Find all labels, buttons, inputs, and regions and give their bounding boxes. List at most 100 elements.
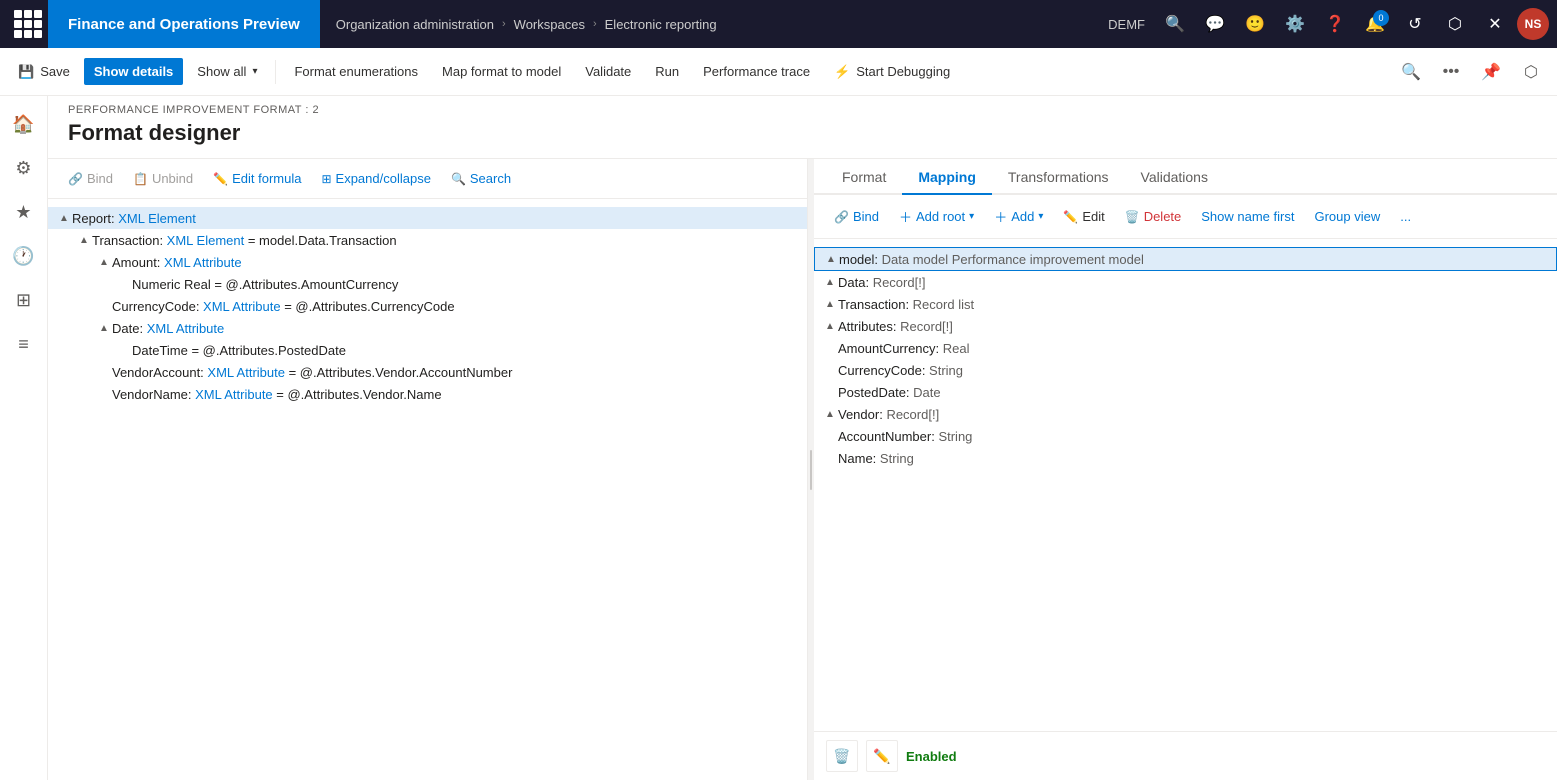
map-item-transaction-r[interactable]: ▲ Transaction: Record list xyxy=(814,293,1557,315)
map-format-to-model-button[interactable]: Map format to model xyxy=(432,58,571,85)
nav-favorites-icon[interactable]: ★ xyxy=(4,192,44,232)
tabs-row: Format Mapping Transformations Validatio… xyxy=(814,159,1557,195)
nav-home-icon[interactable]: 🏠 xyxy=(4,104,44,144)
open-icon[interactable]: ⬡ xyxy=(1437,6,1473,42)
tab-format[interactable]: Format xyxy=(826,159,902,195)
add-button[interactable]: ＋ Add ▾ xyxy=(986,203,1051,230)
nav-workspaces-icon[interactable]: ⊞ xyxy=(4,280,44,320)
search-icon-cmd[interactable]: 🔍 xyxy=(1393,54,1429,90)
map-item-amountcurrency[interactable]: AmountCurrency: Real xyxy=(814,337,1557,359)
user-avatar[interactable]: NS xyxy=(1517,8,1549,40)
mapping-tree[interactable]: ▲ model: Data model Performance improvem… xyxy=(814,239,1557,731)
refresh-icon[interactable]: ↺ xyxy=(1397,6,1433,42)
show-all-button[interactable]: Show all ▾ xyxy=(187,58,267,85)
pin-icon-cmd[interactable]: 📌 xyxy=(1473,54,1509,90)
notifications-icon[interactable]: 🔔 0 xyxy=(1357,6,1393,42)
bind-button[interactable]: 🔗 Bind xyxy=(60,167,121,190)
expand-icon-attributes[interactable]: ▲ xyxy=(822,318,838,334)
nav-recent-icon[interactable]: 🕐 xyxy=(4,236,44,276)
nav-modules-icon[interactable]: ≡ xyxy=(4,324,44,364)
show-name-first-button[interactable]: Show name first xyxy=(1193,205,1302,228)
map-item-attributes[interactable]: ▲ Attributes: Record[!] xyxy=(814,315,1557,337)
tab-mapping[interactable]: Mapping xyxy=(902,159,992,195)
format-tree[interactable]: ▲ Report: XML Element ▲ Transaction: XML… xyxy=(48,199,807,780)
breadcrumb-part1[interactable]: Organization administration xyxy=(336,17,494,32)
performance-trace-button[interactable]: Performance trace xyxy=(693,58,820,85)
tree-item-report[interactable]: ▲ Report: XML Element xyxy=(48,207,807,229)
expand-icon-report[interactable]: ▲ xyxy=(56,210,72,226)
map-item-name[interactable]: Name: String xyxy=(814,447,1557,469)
group-view-label: Group view xyxy=(1314,209,1380,224)
content-area: PERFORMANCE IMPROVEMENT FORMAT : 2 Forma… xyxy=(48,96,1557,780)
expand-icon-vendorname xyxy=(96,386,112,402)
map-item-posteddate[interactable]: PostedDate: Date xyxy=(814,381,1557,403)
tree-item-currencycode[interactable]: CurrencyCode: XML Attribute = @.Attribut… xyxy=(48,295,807,317)
tree-item-vendoraccount[interactable]: VendorAccount: XML Attribute = @.Attribu… xyxy=(48,361,807,383)
tree-item-date[interactable]: ▲ Date: XML Attribute xyxy=(48,317,807,339)
start-debugging-button[interactable]: ⚡ Start Debugging xyxy=(824,58,960,86)
edit-formula-button[interactable]: ✏️ Edit formula xyxy=(205,167,309,190)
expand-icon-date[interactable]: ▲ xyxy=(96,320,112,336)
map-item-data[interactable]: ▲ Data: Record[!] xyxy=(814,271,1557,293)
footer-delete-button[interactable]: 🗑️ xyxy=(826,740,858,772)
breadcrumb-part2[interactable]: Workspaces xyxy=(514,17,585,32)
performance-trace-label: Performance trace xyxy=(703,64,810,79)
share-icon-cmd[interactable]: ⬡ xyxy=(1513,54,1549,90)
tab-transformations-label: Transformations xyxy=(1008,169,1109,185)
map-item-vendor[interactable]: ▲ Vendor: Record[!] xyxy=(814,403,1557,425)
close-icon-topbar[interactable]: ✕ xyxy=(1477,6,1513,42)
expand-collapse-label: Expand/collapse xyxy=(336,171,431,186)
footer-delete-icon: 🗑️ xyxy=(833,748,850,765)
comment-icon[interactable]: 💬 xyxy=(1197,6,1233,42)
tab-transformations[interactable]: Transformations xyxy=(992,159,1125,195)
mapping-panel: Format Mapping Transformations Validatio… xyxy=(814,159,1557,780)
add-label: Add xyxy=(1011,209,1034,224)
delete-icon: 🗑️ xyxy=(1125,210,1140,224)
map-item-accountnumber[interactable]: AccountNumber: String xyxy=(814,425,1557,447)
tree-item-vendorname[interactable]: VendorName: XML Attribute = @.Attributes… xyxy=(48,383,807,405)
map-item-text-attributes: Attributes: Record[!] xyxy=(838,319,1549,334)
panel-divider-handle xyxy=(810,450,812,490)
tree-item-transaction[interactable]: ▲ Transaction: XML Element = model.Data.… xyxy=(48,229,807,251)
tree-item-amount[interactable]: ▲ Amount: XML Attribute xyxy=(48,251,807,273)
expand-icon-model[interactable]: ▲ xyxy=(823,251,839,267)
save-button[interactable]: 💾 Save xyxy=(8,58,80,86)
footer-edit-button[interactable]: ✏️ xyxy=(866,740,898,772)
validate-button[interactable]: Validate xyxy=(575,58,641,85)
show-all-label: Show all xyxy=(197,64,246,79)
expand-collapse-button[interactable]: ⊞ Expand/collapse xyxy=(313,167,438,190)
map-item-currencycode-m[interactable]: CurrencyCode: String xyxy=(814,359,1557,381)
map-item-model[interactable]: ▲ model: Data model Performance improvem… xyxy=(814,247,1557,271)
settings-icon[interactable]: ⚙️ xyxy=(1277,6,1313,42)
unbind-button[interactable]: 📋 Unbind xyxy=(125,167,201,190)
tree-item-numeric[interactable]: Numeric Real = @.Attributes.AmountCurren… xyxy=(48,273,807,295)
search-button[interactable]: 🔍 Search xyxy=(443,167,519,190)
page-header: PERFORMANCE IMPROVEMENT FORMAT : 2 Forma… xyxy=(48,96,1557,159)
expand-icon-vendor[interactable]: ▲ xyxy=(822,406,838,422)
delete-button[interactable]: 🗑️ Delete xyxy=(1117,205,1190,228)
expand-icon-amount[interactable]: ▲ xyxy=(96,254,112,270)
app-grid-button[interactable] xyxy=(8,10,48,38)
help-icon[interactable]: ❓ xyxy=(1317,6,1353,42)
search-icon-topbar[interactable]: 🔍 xyxy=(1157,6,1193,42)
more-icon-cmd[interactable]: ••• xyxy=(1433,54,1469,90)
expand-icon-data[interactable]: ▲ xyxy=(822,274,838,290)
map-bind-icon: 🔗 xyxy=(834,210,849,224)
tab-validations[interactable]: Validations xyxy=(1125,159,1224,195)
show-details-button[interactable]: Show details xyxy=(84,58,183,85)
expand-icon-transaction-r[interactable]: ▲ xyxy=(822,296,838,312)
breadcrumb-sep1: › xyxy=(502,18,506,30)
add-root-button[interactable]: ＋ Add root ▾ xyxy=(891,203,982,230)
expand-icon-datetime xyxy=(116,342,132,358)
expand-icon-transaction[interactable]: ▲ xyxy=(76,232,92,248)
edit-button[interactable]: ✏️ Edit xyxy=(1055,205,1112,228)
run-button[interactable]: Run xyxy=(645,58,689,85)
more-button[interactable]: ... xyxy=(1392,205,1419,228)
group-view-button[interactable]: Group view xyxy=(1306,205,1388,228)
nav-filter-icon[interactable]: ⚙ xyxy=(4,148,44,188)
format-enumerations-button[interactable]: Format enumerations xyxy=(284,58,428,85)
breadcrumb-part3[interactable]: Electronic reporting xyxy=(605,17,717,32)
tree-item-datetime[interactable]: DateTime = @.Attributes.PostedDate xyxy=(48,339,807,361)
smiley-icon[interactable]: 🙂 xyxy=(1237,6,1273,42)
map-bind-button[interactable]: 🔗 Bind xyxy=(826,205,887,228)
